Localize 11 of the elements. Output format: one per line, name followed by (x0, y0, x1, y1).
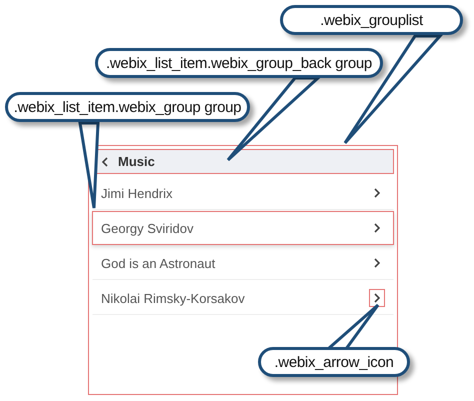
back-label: Music (118, 154, 155, 169)
back-chevron-icon (101, 156, 109, 166)
item-label: Jimi Hendrix (101, 186, 173, 200)
callout-label: .webix_grouplist (280, 5, 463, 35)
list-item[interactable]: God is an Astronaut (92, 246, 394, 280)
callout-label: .webix_list_item.webix_group_back group (95, 48, 383, 78)
item-label: God is an Astronaut (101, 256, 216, 270)
item-label: Nikolai Rimsky-Korsakov (101, 290, 245, 306)
item-label: Georgy Sviridov (101, 220, 194, 236)
list-item[interactable]: Georgy Sviridov (92, 211, 394, 245)
callout-label: .webix_arrow_icon (258, 347, 410, 377)
